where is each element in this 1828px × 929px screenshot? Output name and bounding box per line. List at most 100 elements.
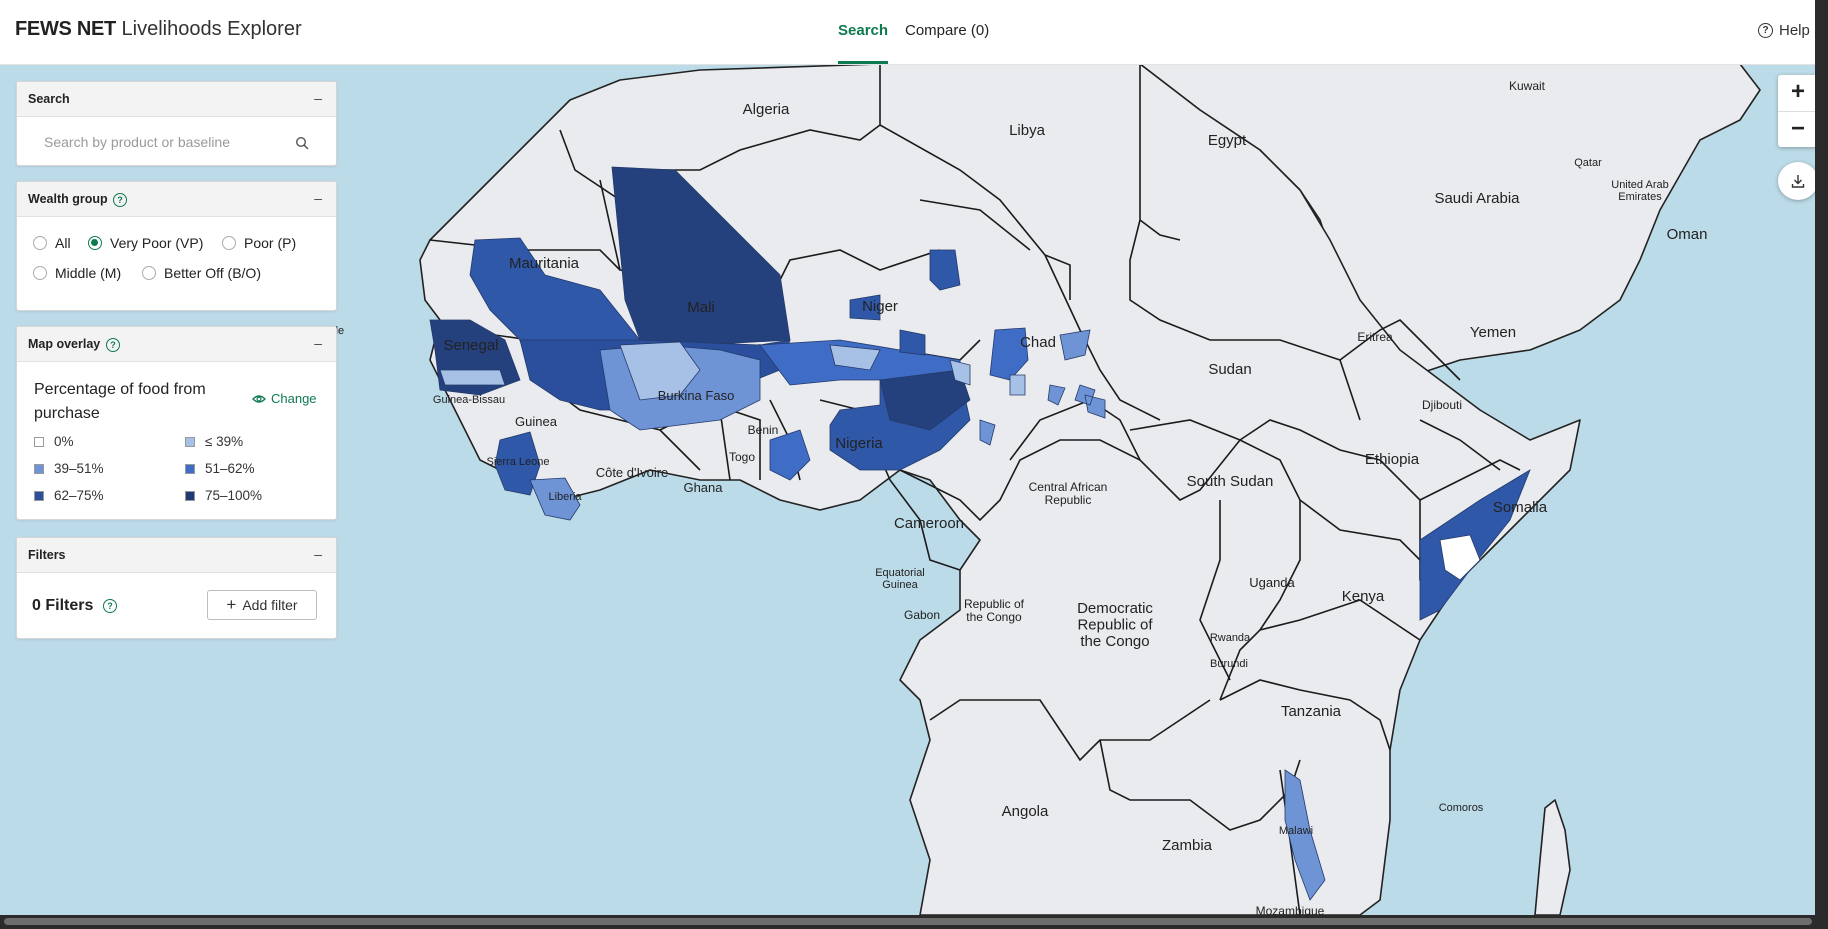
- legend-item-1: ≤ 39%: [185, 434, 243, 449]
- label-yemen: Yemen: [1470, 324, 1516, 341]
- label-cameroon: Cameroon: [894, 515, 964, 532]
- filters-collapse-button[interactable]: –: [314, 546, 322, 562]
- label-togo: Togo: [729, 450, 755, 464]
- label-eritrea: Eritrea: [1357, 330, 1393, 344]
- wealth-group-title: Wealth group: [28, 192, 108, 206]
- search-panel-header: Search –: [17, 82, 336, 117]
- wealth-group-collapse-button[interactable]: –: [314, 190, 322, 206]
- label-mozambique: Mozambique: [1256, 904, 1325, 915]
- label-zambia: Zambia: [1162, 837, 1213, 854]
- legend-swatch: [185, 436, 195, 447]
- label-sierra-leone: Sierra Leone: [487, 456, 550, 468]
- legend-label: 39–51%: [54, 461, 104, 476]
- help-label: Help: [1779, 22, 1810, 39]
- label-kenya: Kenya: [1342, 588, 1385, 605]
- radio-all[interactable]: All: [33, 235, 71, 251]
- label-nigeria: Nigeria: [835, 435, 883, 452]
- app-logo[interactable]: FEWS NET Livelihoods Explorer: [15, 18, 302, 41]
- label-djibouti: Djibouti: [1422, 398, 1462, 412]
- overlay-indicator-title: Percentage of food from purchase: [34, 381, 206, 422]
- radio-better-off[interactable]: Better Off (B/O): [142, 265, 261, 281]
- zoom-in-button[interactable]: +: [1778, 75, 1815, 111]
- radio-very-poor[interactable]: Very Poor (VP): [88, 235, 203, 251]
- help-circle-icon[interactable]: ?: [103, 599, 117, 613]
- filters-panel-header: Filters –: [17, 538, 336, 573]
- radio-circle-icon: [142, 266, 156, 280]
- label-gabon: Gabon: [904, 608, 940, 622]
- radio-middle[interactable]: Middle (M): [33, 265, 121, 281]
- label-liberia: Liberia: [548, 491, 582, 503]
- label-benin: Benin: [748, 423, 779, 437]
- legend-item-3: 51–62%: [185, 461, 255, 476]
- label-burkina-faso: Burkina Faso: [658, 388, 735, 403]
- label-guinea: Guinea: [515, 414, 558, 429]
- tab-compare[interactable]: Compare (0): [905, 22, 989, 64]
- label-mauritania: Mauritania: [509, 255, 580, 272]
- help-circle-icon[interactable]: ?: [106, 338, 120, 352]
- label-somalia: Somalia: [1493, 499, 1548, 516]
- change-overlay-label: Change: [271, 391, 317, 406]
- radio-poor-label: Poor (P): [244, 235, 297, 251]
- legend-item-0: 0%: [34, 434, 74, 449]
- search-panel-collapse-button[interactable]: –: [314, 90, 322, 106]
- add-filter-button[interactable]: + Add filter: [207, 590, 317, 620]
- land-madagascar: [1534, 799, 1571, 915]
- legend-label: 51–62%: [205, 461, 255, 476]
- brand-name: FEWS NET: [15, 18, 116, 40]
- label-kuwait: Kuwait: [1509, 79, 1546, 93]
- radio-selected-icon: [88, 236, 102, 250]
- label-libya: Libya: [1009, 122, 1046, 139]
- label-drc: Democratic Republic of the Congo: [1077, 600, 1153, 650]
- legend-swatch: [34, 436, 44, 447]
- legend-swatch: [185, 490, 195, 501]
- radio-middle-label: Middle (M): [55, 265, 122, 281]
- legend-item-5: 75–100%: [185, 488, 262, 503]
- label-algeria: Algeria: [743, 101, 790, 118]
- label-guinea-bissau: Guinea-Bissau: [433, 394, 505, 406]
- map-overlay-title: Map overlay: [28, 337, 101, 351]
- download-icon: [1791, 175, 1805, 188]
- tab-search[interactable]: Search: [838, 22, 889, 64]
- map-overlay-panel-header: Map overlay ? –: [17, 327, 336, 362]
- legend-label: 62–75%: [54, 488, 104, 503]
- map-overlay-panel: Map overlay ? – Percentage of food from …: [16, 326, 337, 520]
- label-congo: Republic of the Congo: [964, 597, 1025, 624]
- radio-circle-icon: [33, 266, 47, 280]
- zone-coastal-light: [439, 369, 506, 386]
- add-filter-label: Add filter: [242, 597, 298, 613]
- radio-poor[interactable]: Poor (P): [222, 235, 296, 251]
- label-egypt: Egypt: [1208, 132, 1247, 149]
- help-icon: ?: [1758, 23, 1773, 38]
- label-uae: United Arab Emirates: [1611, 179, 1668, 203]
- change-overlay-button[interactable]: Change: [252, 391, 317, 406]
- app-window: FEWS NET Livelihoods Explorer Search Com…: [0, 0, 1815, 915]
- search-input[interactable]: Search by product or baseline: [28, 128, 325, 158]
- plus-icon: +: [226, 595, 237, 614]
- wealth-group-panel: Wealth group ? – All Very Poor (VP) Poor…: [16, 181, 337, 311]
- label-south-sudan: South Sudan: [1187, 473, 1274, 490]
- filters-title: Filters: [28, 548, 66, 562]
- radio-very-poor-label: Very Poor (VP): [110, 235, 204, 251]
- radio-circle-icon: [222, 236, 236, 250]
- search-placeholder: Search by product or baseline: [44, 134, 230, 150]
- legend-swatch: [34, 490, 44, 501]
- map-overlay-collapse-button[interactable]: –: [314, 335, 322, 351]
- search-panel: Search – Search by product or baseline: [16, 81, 337, 166]
- label-ethiopia: Ethiopia: [1365, 451, 1420, 468]
- label-equatorial-guinea: Equatorial Guinea: [875, 567, 925, 591]
- label-mali: Mali: [687, 299, 715, 316]
- label-ghana: Ghana: [683, 480, 723, 495]
- horizontal-scrollbar-thumb[interactable]: [4, 918, 1812, 925]
- label-sudan: Sudan: [1208, 361, 1251, 378]
- legend-label: 75–100%: [205, 488, 263, 503]
- search-icon[interactable]: [295, 136, 309, 150]
- download-button[interactable]: [1778, 162, 1815, 200]
- label-senegal: Senegal: [443, 337, 498, 354]
- filters-panel: Filters – 0 Filters ? + Add filter: [16, 537, 337, 639]
- label-qatar: Qatar: [1574, 157, 1602, 169]
- vertical-scrollbar[interactable]: [1815, 0, 1828, 929]
- help-circle-icon[interactable]: ?: [113, 193, 127, 207]
- label-uganda: Uganda: [1249, 575, 1295, 590]
- help-button[interactable]: ? Help: [1758, 22, 1810, 39]
- zoom-out-button[interactable]: −: [1778, 111, 1815, 148]
